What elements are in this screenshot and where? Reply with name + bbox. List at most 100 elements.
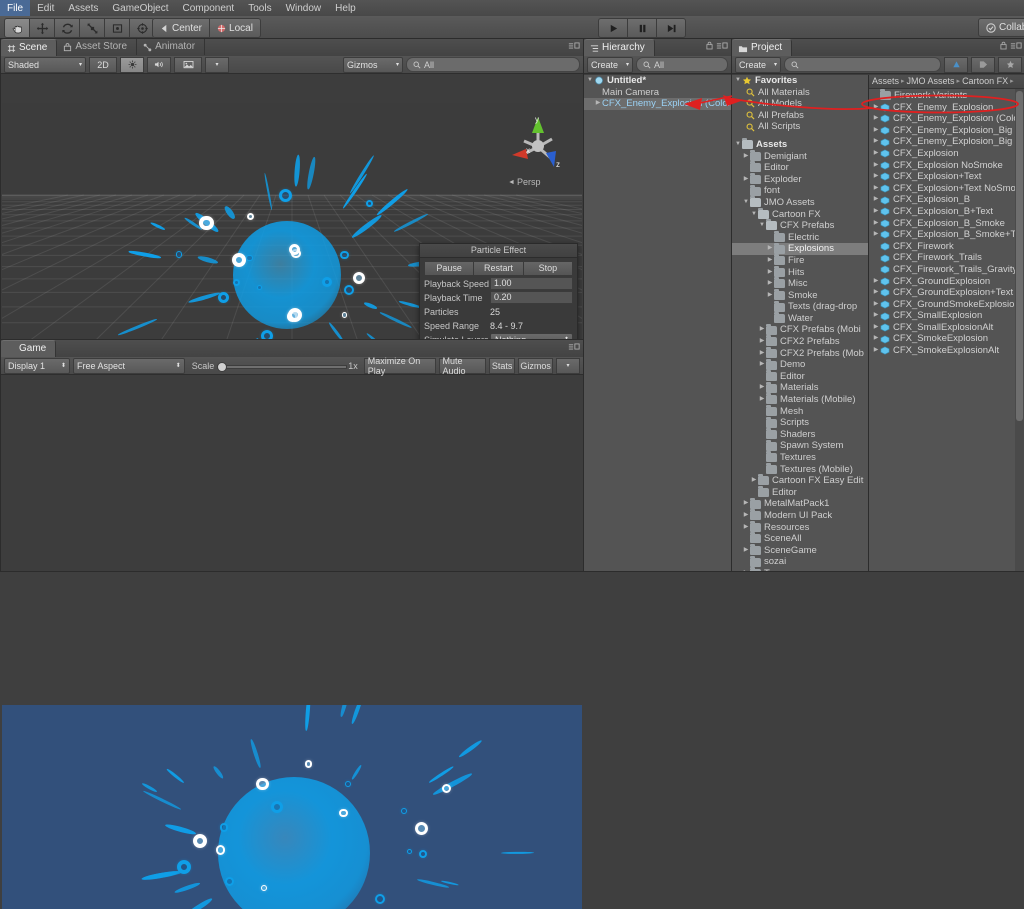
project-tree-column[interactable]: ▼ Favorites All Materials All Models All P… <box>732 75 868 571</box>
scene-viewport[interactable]: x y z ◄ Persp Particle Effect Pause Rest… <box>2 103 582 377</box>
chevron-right-icon[interactable]: ▶ <box>594 98 602 110</box>
hierarchy-scene-row[interactable]: ▼ Untitled* <box>584 75 731 87</box>
projection-toggle-icon[interactable]: ◄ <box>508 179 515 186</box>
breadcrumb-item-cartoon-fx[interactable]: Cartoon FX <box>962 75 1008 88</box>
breadcrumb-item-jmo-assets[interactable]: JMO Assets <box>907 75 955 88</box>
chevron-right-icon[interactable]: ▶ <box>872 102 880 114</box>
chevron-right-icon[interactable]: ▶ <box>742 498 750 510</box>
chevron-right-icon[interactable]: ▶ <box>872 160 880 172</box>
step-button[interactable] <box>656 18 686 38</box>
scale-tool-button[interactable] <box>79 18 104 38</box>
project-scrollbar[interactable] <box>1015 89 1024 571</box>
scale-handle[interactable] <box>217 361 228 372</box>
project-tree-item[interactable]: ▶ Fire <box>732 254 868 267</box>
chevron-right-icon[interactable]: ▶ <box>872 322 880 334</box>
toggle-2d-button[interactable]: 2D <box>89 56 117 73</box>
chevron-right-icon[interactable]: ▶ <box>872 136 880 148</box>
chevron-right-icon[interactable]: ▶ <box>766 278 774 290</box>
chevron-right-icon[interactable]: ▶ <box>758 359 766 371</box>
chevron-right-icon[interactable]: ▶ <box>766 255 774 267</box>
pause-button[interactable] <box>627 18 656 38</box>
chevron-right-icon[interactable]: ▶ <box>872 345 880 357</box>
breadcrumb-item-assets[interactable]: Assets <box>872 75 899 88</box>
scene-orientation-gizmo[interactable]: x y z ◄ Persp <box>502 111 574 187</box>
chevron-right-icon[interactable]: ▶ <box>742 151 750 163</box>
favorites-item[interactable]: All Materials <box>732 87 868 99</box>
assets-root-row[interactable]: ▼ Assets <box>732 138 868 151</box>
project-tree-item[interactable]: ▶ Terasurware <box>732 567 868 571</box>
effects-toggle-button[interactable] <box>174 56 202 73</box>
menu-item-component[interactable]: Component <box>176 0 242 16</box>
project-tree-item[interactable]: Scripts <box>732 416 868 429</box>
chevron-right-icon[interactable]: ▶ <box>872 125 880 137</box>
project-tree-item[interactable]: ▶ Demo <box>732 358 868 371</box>
favorites-root-row[interactable]: ▼ Favorites <box>732 75 868 87</box>
project-tree-item[interactable]: ▶ CFX2 Prefabs <box>732 335 868 348</box>
project-search-input[interactable] <box>784 57 941 72</box>
chevron-right-icon[interactable]: ▶ <box>872 310 880 322</box>
collab-button[interactable]: Collab <box>978 18 1024 37</box>
project-tree-item[interactable]: ▶ Resources <box>732 520 868 534</box>
draw-mode-dropdown[interactable]: Shaded ▾ <box>4 56 86 73</box>
project-tree-item[interactable]: Electric <box>732 231 868 244</box>
maximize-on-play-button[interactable]: Maximize On Play <box>363 356 436 376</box>
project-tree-item[interactable]: ▶ Misc <box>732 277 868 290</box>
chevron-right-icon[interactable]: ▶ <box>872 229 880 241</box>
tab-hierarchy[interactable]: Hierarchy <box>584 39 655 56</box>
menu-item-help[interactable]: Help <box>328 0 363 16</box>
project-file-item[interactable]: CFX_Firework_Trails_Gravity <box>869 264 1024 276</box>
hierarchy-create-button[interactable]: Create ▾ <box>587 56 633 73</box>
rotate-tool-button[interactable] <box>54 18 79 38</box>
project-file-item[interactable]: ▶ CFX_SmallExplosion <box>869 310 1024 322</box>
game-panel-menu[interactable] <box>568 342 580 351</box>
game-gizmos-button[interactable]: Gizmos <box>518 357 553 374</box>
project-file-item[interactable]: ▶ CFX_Explosion <box>869 148 1024 160</box>
project-file-item[interactable]: ▶ CFX_SmokeExplosion <box>869 333 1024 345</box>
hierarchy-content[interactable]: ▼ Untitled* Main Camera ▶ CFX_Enemy_Explos… <box>584 75 731 571</box>
chevron-right-icon[interactable]: ▶ <box>750 475 758 487</box>
chevron-right-icon[interactable]: ▶ <box>766 290 774 302</box>
aspect-dropdown[interactable]: Free Aspect ⬍ <box>73 357 185 374</box>
project-file-item[interactable]: ▶ CFX_Enemy_Explosion_Big (Colo <box>869 136 1024 148</box>
project-file-item[interactable]: ▶ CFX_Enemy_Explosion (Colored) <box>869 113 1024 125</box>
play-button[interactable] <box>598 18 627 38</box>
lock-icon[interactable] <box>706 41 713 50</box>
mute-audio-button[interactable]: Mute Audio <box>438 356 487 376</box>
stats-button[interactable]: Stats <box>489 357 516 374</box>
effects-dropdown-button[interactable]: ▾ <box>205 56 229 73</box>
project-tree-item[interactable]: Water <box>732 312 868 325</box>
tab-game[interactable]: Game <box>1 340 57 357</box>
move-tool-button[interactable] <box>29 18 54 38</box>
scene-search-input[interactable]: All <box>406 57 580 72</box>
project-tree-item[interactable]: ▶ Explosions <box>732 242 868 255</box>
chevron-right-icon[interactable]: ▶ <box>872 287 880 299</box>
project-tree-item[interactable]: Mesh <box>732 404 868 418</box>
chevron-right-icon[interactable]: ▶ <box>742 510 750 522</box>
chevron-right-icon[interactable]: ▶ <box>872 194 880 206</box>
project-tree-item[interactable]: Shaders <box>732 428 868 441</box>
project-tree-item[interactable]: ▶ CFX Prefabs (Mobi <box>732 323 868 336</box>
panel-menu-icon[interactable] <box>716 41 728 50</box>
project-file-item[interactable]: ▶ CFX_Explosion_B <box>869 194 1024 206</box>
particle-stop-button[interactable]: Stop <box>522 261 573 276</box>
scale-slider[interactable] <box>217 360 348 372</box>
favorites-item[interactable]: All Scripts <box>732 121 868 133</box>
filter-by-label-button[interactable] <box>971 56 995 73</box>
project-tree-item[interactable]: ▶ SceneGame <box>732 544 868 557</box>
project-file-item[interactable]: ▶ CFX_Explosion NoSmoke <box>869 160 1024 172</box>
rect-tool-button[interactable] <box>104 18 129 38</box>
project-tree-item[interactable]: font <box>732 184 868 197</box>
chevron-right-icon[interactable]: ▶ <box>758 394 766 406</box>
project-file-item[interactable]: ▶ CFX_Enemy_Explosion_Big <box>869 125 1024 137</box>
project-tree-item[interactable]: ▶ Hits <box>732 265 868 279</box>
project-file-item[interactable]: ▶ CFX_Enemy_Explosion <box>869 102 1024 114</box>
project-file-item[interactable]: ▶ CFX_GroundExplosion <box>869 276 1024 288</box>
hierarchy-search-input[interactable]: All <box>636 57 728 72</box>
scene-panel-menu[interactable] <box>568 41 580 50</box>
project-tree-item[interactable]: ▶ MetalMatPack1 <box>732 497 868 510</box>
chevron-right-icon[interactable]: ▶ <box>872 171 880 183</box>
chevron-right-icon[interactable]: ▶ <box>758 382 766 394</box>
project-create-button[interactable]: Create ▾ <box>735 56 781 73</box>
game-viewport[interactable] <box>2 705 582 909</box>
menu-item-edit[interactable]: Edit <box>30 0 61 16</box>
